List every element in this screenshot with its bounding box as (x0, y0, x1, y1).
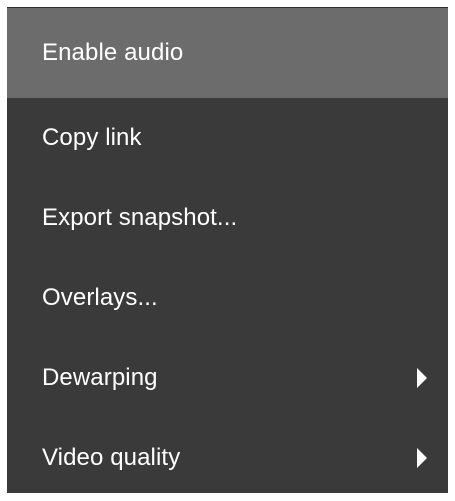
menu-item-export-snapshot[interactable]: Export snapshot... (7, 178, 448, 258)
menu-item-video-quality[interactable]: Video quality (7, 418, 448, 498)
menu-item-label: Video quality (42, 444, 181, 471)
chevron-right-icon (417, 368, 427, 388)
menu-item-label: Export snapshot... (42, 204, 238, 231)
menu-item-label: Dewarping (42, 364, 158, 391)
menu-item-enable-audio[interactable]: Enable audio (7, 8, 448, 98)
context-menu: Enable audio Copy link Export snapshot..… (7, 7, 448, 493)
menu-item-overlays[interactable]: Overlays... (7, 258, 448, 338)
menu-item-label: Enable audio (42, 39, 184, 66)
menu-item-dewarping[interactable]: Dewarping (7, 338, 448, 418)
menu-item-label: Copy link (42, 124, 142, 151)
chevron-right-icon (417, 448, 427, 468)
menu-item-copy-link[interactable]: Copy link (7, 98, 448, 178)
menu-item-label: Overlays... (42, 284, 158, 311)
